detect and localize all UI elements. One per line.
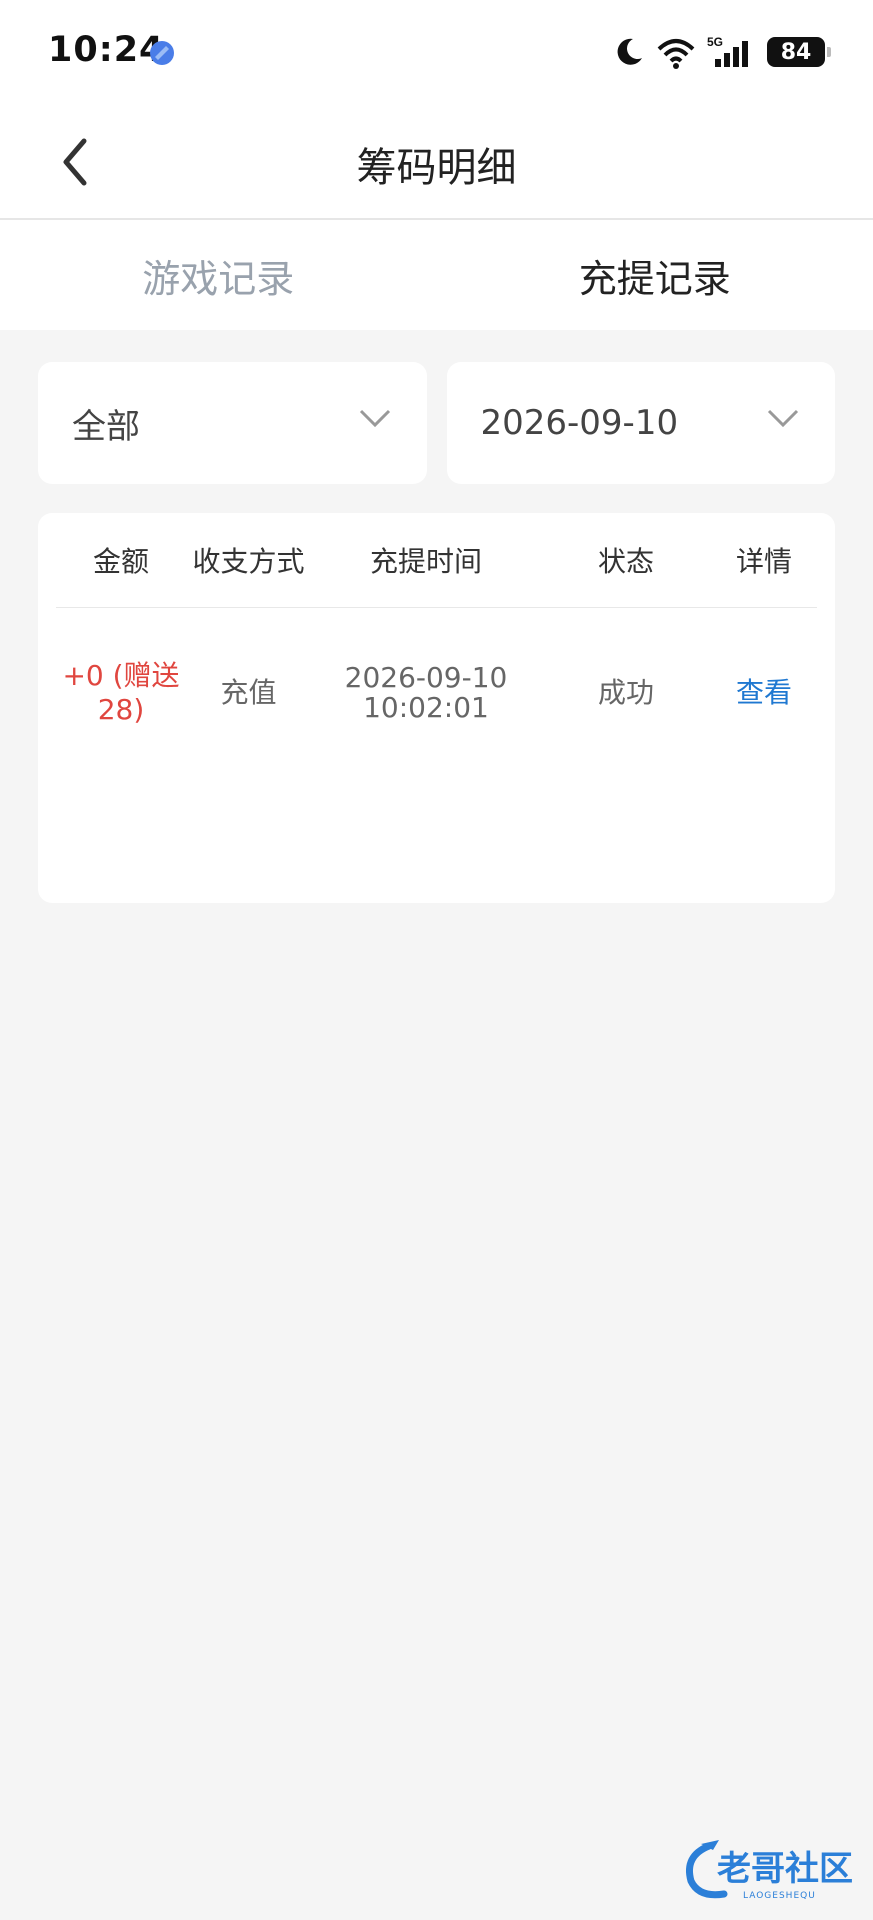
page-title: 筹码明细 [356,145,517,191]
watermark-subtext: LAOGESHEQU [743,1891,816,1901]
cell-method: 充值 [220,676,277,709]
battery-level: 84 [780,39,812,65]
chevron-down-icon [359,409,390,428]
filter-bar: 全部 2026-09-10 [38,362,835,484]
table-row: +0 (赠送28) 充值 2026-09-10 10:02:01 成功 查看 [56,633,817,753]
cell-time-clock: 10:02:01 [363,691,489,724]
type-filter-dropdown[interactable]: 全部 [38,362,427,484]
cellular-signal-icon: 5G [707,35,748,67]
tab-game-records[interactable]: 游戏记录 [0,220,437,330]
nav-bar: 筹码明细 [0,105,873,220]
date-filter-value: 2026-09-10 [480,403,679,443]
column-header-amount: 金额 [92,545,149,578]
column-header-time: 充提时间 [369,545,482,578]
status-bar: 10:24 5G 84 [0,0,873,105]
record-tabs: 游戏记录 充提记录 [0,220,873,330]
tab-deposit-withdraw-records[interactable]: 充提记录 [437,220,873,330]
type-filter-value: 全部 [72,406,140,447]
records-table-card: 金额 收支方式 充提时间 状态 详情 +0 (赠送28) 充值 2026-09-… [38,513,835,903]
column-header-detail: 详情 [735,545,792,578]
wifi-icon [657,39,695,69]
watermark-text: 老哥社区 [717,1849,853,1889]
battery-icon: 84 [767,37,831,67]
status-icons: 5G 84 [613,30,831,74]
app-notification-icon [150,41,174,65]
cell-time: 2026-09-10 10:02:01 [311,663,541,723]
watermark-logo: 老哥社区 LAOGESHEQU [686,1840,853,1901]
chevron-down-icon [767,409,799,428]
status-time: 10:24 [48,30,165,70]
cell-amount: +0 (赠送28) [62,659,180,726]
column-header-status: 状态 [597,545,654,578]
column-header-method: 收支方式 [192,545,305,578]
cell-time-date: 2026-09-10 [344,661,508,694]
view-detail-link[interactable]: 查看 [711,676,817,710]
table-header: 金额 收支方式 充提时间 状态 详情 [56,513,817,608]
moon-icon [617,38,642,65]
date-filter-dropdown[interactable]: 2026-09-10 [446,362,835,484]
svg-text:5G: 5G [707,35,723,49]
cell-status: 成功 [597,676,654,709]
